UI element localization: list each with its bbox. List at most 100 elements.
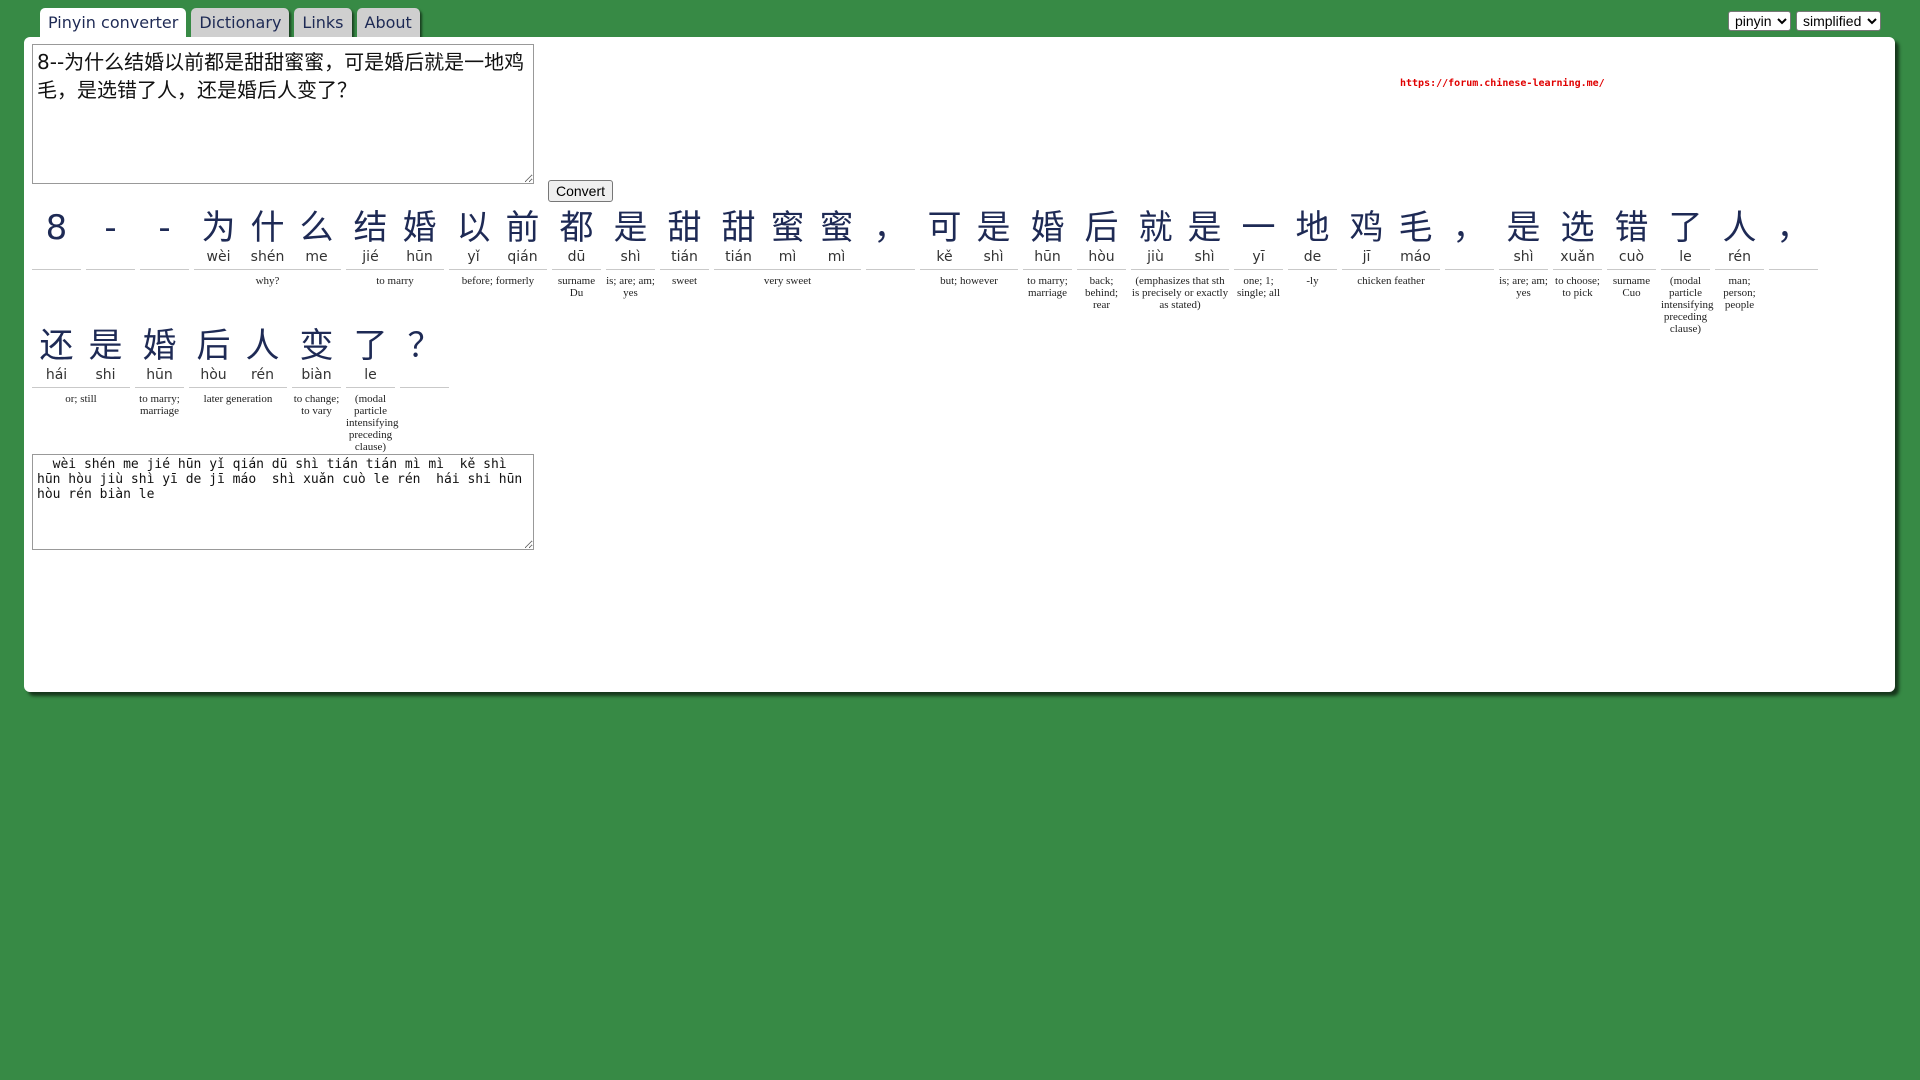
hanzi-char: 一 xyxy=(1241,208,1276,248)
word-characters: 后 hòu xyxy=(1077,207,1126,270)
pinyin-label: rén xyxy=(1728,249,1751,265)
hanzi-char: 为 xyxy=(201,208,236,248)
char-cell: 为 wèi xyxy=(194,207,243,269)
word-definition: before; formerly xyxy=(461,275,535,287)
char-cell: 甜 tián xyxy=(714,207,763,269)
hanzi-char: 就 xyxy=(1138,208,1173,248)
word-group: 婚 hūn to marry; marriage xyxy=(135,325,184,417)
char-cell: 是 shì xyxy=(1499,207,1548,269)
converter-panel: 8--为什么结婚以前都是甜甜蜜蜜，可是婚后就是一地鸡毛，是选错了人，还是婚后人变… xyxy=(24,37,1895,692)
pinyin-label: wèi xyxy=(206,249,231,265)
char-cell: 后 hòu xyxy=(1077,207,1126,269)
pinyin-label xyxy=(86,249,135,269)
word-definition: to marry; marriage xyxy=(1027,275,1068,299)
hanzi-char: 变 xyxy=(299,326,334,366)
tab-bar: Pinyin converter Dictionary Links About xyxy=(40,8,420,39)
char-cell: 什 shén xyxy=(243,207,292,269)
char-cell: 就 jiù xyxy=(1131,207,1180,269)
pinyin-label xyxy=(1445,249,1494,269)
pinyin-label xyxy=(140,249,189,269)
pinyin-output[interactable]: wèi shén me jié hūn yǐ qián dū shì tián … xyxy=(32,454,534,550)
word-definition: (modal particle intensifying preceding c… xyxy=(1661,275,1714,335)
hanzi-char: 后 xyxy=(1084,208,1119,248)
char-cell: 可 kě xyxy=(920,207,969,269)
hanzi-char: 选 xyxy=(1560,208,1595,248)
char-cell: 么 me xyxy=(292,207,341,269)
word-definition: to marry; marriage xyxy=(139,393,180,417)
pinyin-label: shì xyxy=(1513,249,1534,265)
tab-links[interactable]: Links xyxy=(294,8,352,39)
pinyin-label: shì xyxy=(620,249,641,265)
script-select[interactable]: simplified xyxy=(1796,11,1881,31)
word-group: 8 xyxy=(32,207,81,275)
pinyin-label xyxy=(400,367,449,387)
pinyin-label: jié xyxy=(362,249,379,265)
char-cell: 是 shì xyxy=(1180,207,1229,269)
char-cell: 结 jié xyxy=(346,207,395,269)
hanzi-char: 甜 xyxy=(721,208,756,248)
hanzi-char: 鸡 xyxy=(1349,208,1384,248)
pinyin-label: dū xyxy=(567,249,586,265)
hanzi-char: 后 xyxy=(196,326,231,366)
word-definition: why? xyxy=(255,275,280,287)
hanzi-char: 都 xyxy=(559,208,594,248)
pinyin-label: shì xyxy=(983,249,1004,265)
word-group: 以 yǐ 前 qián before; formerly xyxy=(449,207,547,287)
word-definition: but; however xyxy=(940,275,998,287)
word-group: 可 kě 是 shì but; however xyxy=(920,207,1018,287)
word-definition: is; are; am; yes xyxy=(1499,275,1548,299)
tab-about[interactable]: About xyxy=(356,8,420,39)
char-cell: 人 rén xyxy=(1715,207,1764,269)
hanzi-char: 是 xyxy=(613,208,648,248)
word-definition: (emphasizes that sth is precisely or exa… xyxy=(1131,275,1229,311)
word-characters: 甜 tián xyxy=(660,207,709,270)
pinyin-label: hái xyxy=(45,367,68,383)
pinyin-label: tián xyxy=(671,249,698,265)
hanzi-char: 人 xyxy=(1722,208,1757,248)
pinyin-label xyxy=(1769,249,1818,269)
word-definition xyxy=(86,270,135,275)
char-cell: 一 yī xyxy=(1234,207,1283,269)
word-group: ， xyxy=(1769,207,1818,275)
word-group: 人 rén man; person; people xyxy=(1715,207,1764,311)
word-characters: 8 xyxy=(32,207,81,270)
pinyin-label: le xyxy=(1679,249,1692,265)
word-definition: to choose; to pick xyxy=(1555,275,1600,299)
output-mode-select[interactable]: pinyin xyxy=(1728,11,1791,31)
hanzi-char: 可 xyxy=(927,208,962,248)
hanzi-char: 什 xyxy=(250,208,285,248)
pinyin-label: le xyxy=(364,367,377,383)
hanzi-char: 了 xyxy=(1668,208,1703,248)
char-cell: 前 qián xyxy=(498,207,547,269)
word-group: 为 wèi 什 shén 么 me why? xyxy=(194,207,341,287)
hanzi-char: 人 xyxy=(245,326,280,366)
word-definition xyxy=(400,388,449,393)
word-characters: 了 le xyxy=(346,325,395,388)
annotation-row-1: 8- - 为 wèi 什 shén 么 me why? 结 jié 婚 hūn to marry 以 yǐ 前 q… xyxy=(32,207,1823,335)
word-definition: later generation xyxy=(203,393,273,405)
word-definition: is; are; am; yes xyxy=(606,275,655,299)
hanzi-char: ， xyxy=(1776,208,1811,248)
forum-link[interactable]: https://forum.chinese-learning.me/ xyxy=(1400,78,1605,89)
hanzi-char: 以 xyxy=(456,208,491,248)
tab-dictionary[interactable]: Dictionary xyxy=(191,8,290,39)
char-cell: 蜜 mì xyxy=(763,207,812,269)
word-characters: 是 shì xyxy=(1499,207,1548,270)
word-characters: 结 jié 婚 hūn xyxy=(346,207,444,270)
word-definition xyxy=(1445,270,1494,275)
tab-pinyin-converter[interactable]: Pinyin converter xyxy=(40,8,187,39)
word-group: 甜 tián sweet xyxy=(660,207,709,287)
word-characters: 选 xuǎn xyxy=(1553,207,1602,270)
char-cell: 是 shi xyxy=(81,325,130,387)
hanzi-char: 了 xyxy=(353,326,388,366)
pinyin-label: yǐ xyxy=(467,249,480,265)
word-characters: 就 jiù 是 shì xyxy=(1131,207,1229,270)
convert-button[interactable]: Convert xyxy=(548,180,614,202)
chinese-input[interactable]: 8--为什么结婚以前都是甜甜蜜蜜，可是婚后就是一地鸡毛，是选错了人，还是婚后人变… xyxy=(32,44,534,184)
char-cell: 人 rén xyxy=(238,325,287,387)
word-definition: back; behind; rear xyxy=(1085,275,1118,311)
pinyin-label xyxy=(32,249,81,269)
hanzi-char: 是 xyxy=(88,326,123,366)
hanzi-char: 是 xyxy=(1187,208,1222,248)
pinyin-label: tián xyxy=(725,249,752,265)
